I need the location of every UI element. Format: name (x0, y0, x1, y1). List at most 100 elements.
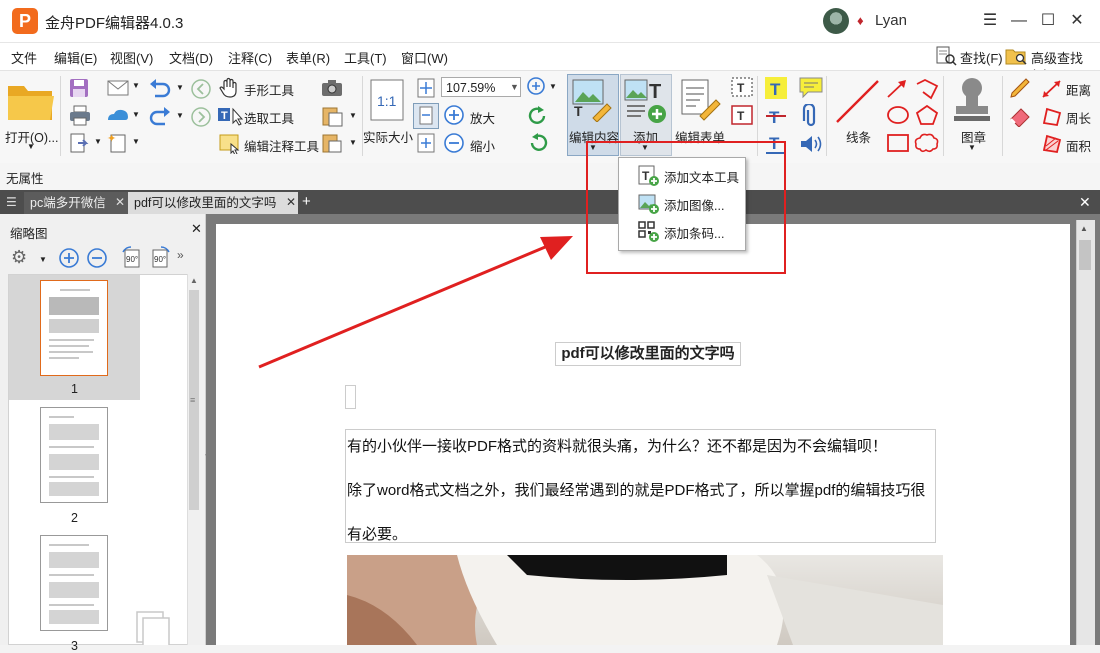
rectangle-icon[interactable] (886, 132, 910, 157)
options-gear-icon[interactable]: ⚙ (11, 247, 27, 268)
find-button[interactable]: 查找(F) (960, 48, 1003, 67)
chevron-down-icon[interactable]: ▼ (176, 111, 184, 120)
chevron-down-icon[interactable]: ▼ (176, 83, 184, 92)
sound-icon[interactable] (798, 132, 824, 159)
rotate-right-90-icon[interactable]: 90° (148, 246, 172, 273)
more-chevron-icon[interactable]: » (177, 248, 184, 262)
perimeter-button[interactable]: 周长 (1066, 108, 1091, 127)
empty-text-block[interactable] (345, 385, 356, 409)
cloud-shape-icon[interactable] (914, 132, 940, 157)
page-thumbnail-2[interactable] (40, 407, 108, 503)
panel-close-icon[interactable]: ✕ (191, 221, 202, 237)
undo-icon[interactable] (147, 78, 173, 101)
chevron-down-icon[interactable]: ▼ (94, 137, 102, 146)
zoom-input[interactable]: 107.59% (441, 77, 521, 97)
page-thumbnail-1[interactable] (40, 280, 108, 376)
distance-icon[interactable] (1040, 78, 1064, 103)
edit-annotation-button[interactable]: 编辑注释工具 (244, 136, 319, 155)
tab-pdf-document[interactable]: pdf可以修改里面的文字吗 (128, 192, 298, 214)
menu-tools[interactable]: 工具(T) (344, 48, 387, 67)
fit-page-icon[interactable] (415, 77, 437, 102)
zoom-in-button[interactable]: 放大 (470, 108, 495, 127)
pencil-icon[interactable] (1008, 78, 1034, 103)
forward-icon[interactable] (190, 106, 212, 131)
rotate-ccw-icon[interactable] (526, 132, 550, 157)
rotate-left-90-icon[interactable]: 90° (120, 246, 144, 273)
select-tool-button[interactable]: 选取工具 (244, 108, 294, 127)
lines-button[interactable]: 线条 (846, 127, 871, 146)
maximize-icon[interactable]: ☐ (1035, 8, 1061, 34)
document-photo[interactable] (347, 555, 943, 645)
scroll-up-icon[interactable]: ▲ (190, 276, 198, 285)
chevron-down-icon[interactable]: ▼ (549, 82, 557, 91)
menu-edit[interactable]: 编辑(E) (54, 48, 97, 67)
chevron-down-icon[interactable]: ▼ (27, 142, 35, 151)
print-icon[interactable] (68, 104, 92, 129)
edit-form-icon[interactable] (678, 78, 724, 125)
document-scrollbar[interactable] (1076, 220, 1095, 645)
typewriter-icon[interactable]: T (764, 76, 788, 103)
actual-size-button[interactable]: 实际大小 (363, 127, 413, 146)
select-text-icon[interactable]: T (217, 105, 244, 130)
redo-icon[interactable] (147, 106, 173, 129)
scrollbar-thumb[interactable] (1079, 240, 1091, 270)
text-field-icon[interactable]: T (730, 76, 756, 103)
area-icon[interactable] (1040, 132, 1064, 157)
clipboard-icon[interactable] (320, 132, 346, 157)
perimeter-icon[interactable] (1040, 105, 1064, 130)
document-heading[interactable]: pdf可以修改里面的文字吗 (555, 342, 741, 366)
menu-document[interactable]: 文档(D) (169, 48, 213, 67)
tab-close-icon[interactable]: ✕ (115, 195, 125, 209)
text-box-icon[interactable]: T (730, 104, 756, 131)
thumb-zoom-in-icon[interactable] (58, 247, 80, 272)
new-document-icon[interactable]: ✦ (106, 132, 130, 157)
scroll-up-icon[interactable]: ▲ (1080, 224, 1088, 233)
email-icon[interactable] (106, 77, 130, 102)
page-thumbnail-3[interactable] (40, 535, 108, 631)
save-icon[interactable] (68, 77, 90, 102)
area-button[interactable]: 面积 (1066, 136, 1091, 155)
new-tab-icon[interactable]: + (302, 193, 311, 210)
distance-button[interactable]: 距离 (1066, 80, 1091, 99)
avatar[interactable] (823, 8, 849, 34)
menu-form[interactable]: 表单(R) (286, 48, 330, 67)
close-all-icon[interactable]: ✕ (1079, 194, 1091, 211)
menu-window[interactable]: 窗口(W) (401, 48, 448, 67)
zoom-plus-icon[interactable] (526, 76, 548, 101)
zoom-out-button[interactable]: 缩小 (470, 136, 495, 155)
menu-comment[interactable]: 注释(C) (228, 48, 272, 67)
actual-size-icon[interactable]: 1:1 (369, 78, 405, 125)
zoom-in-icon[interactable] (443, 104, 465, 129)
chevron-down-icon[interactable]: ▼ (132, 137, 140, 146)
chevron-down-icon[interactable]: ▼ (349, 138, 357, 147)
arrow-icon[interactable] (884, 78, 910, 103)
sticky-note-icon[interactable] (798, 76, 824, 103)
user-name[interactable]: Lyan (875, 12, 907, 29)
fit-width-icon[interactable] (413, 103, 439, 129)
tab-close-icon[interactable]: ✕ (286, 195, 296, 209)
hand-tool-button[interactable]: 手形工具 (244, 80, 294, 99)
cloud-icon[interactable] (106, 104, 130, 129)
menu-view[interactable]: 视图(V) (110, 48, 153, 67)
chevron-down-icon[interactable]: ▼ (132, 110, 140, 119)
minimize-icon[interactable]: — (1006, 8, 1032, 34)
menu-icon[interactable]: ☰ (977, 8, 1003, 34)
chevron-down-icon[interactable]: ▼ (39, 255, 47, 264)
rotate-cw-icon[interactable] (526, 105, 550, 130)
paste-icon[interactable] (320, 105, 346, 130)
zoom-out-icon[interactable] (443, 132, 465, 157)
hand-icon[interactable] (218, 77, 240, 102)
ellipse-icon[interactable] (886, 104, 910, 129)
line-icon[interactable] (834, 78, 882, 129)
edit-annotation-icon[interactable] (217, 132, 243, 157)
strikeout-icon[interactable]: T (764, 104, 788, 131)
camera-icon[interactable] (320, 78, 344, 101)
open-folder-icon[interactable] (6, 80, 56, 125)
polygon-icon[interactable] (914, 104, 940, 129)
attachment-icon[interactable] (800, 102, 822, 131)
menu-file[interactable]: 文件 (11, 48, 37, 67)
eraser-icon[interactable] (1008, 105, 1034, 130)
chevron-down-icon[interactable]: ▼ (349, 111, 357, 120)
export-icon[interactable] (68, 132, 92, 157)
thumb-zoom-out-icon[interactable] (86, 247, 108, 272)
